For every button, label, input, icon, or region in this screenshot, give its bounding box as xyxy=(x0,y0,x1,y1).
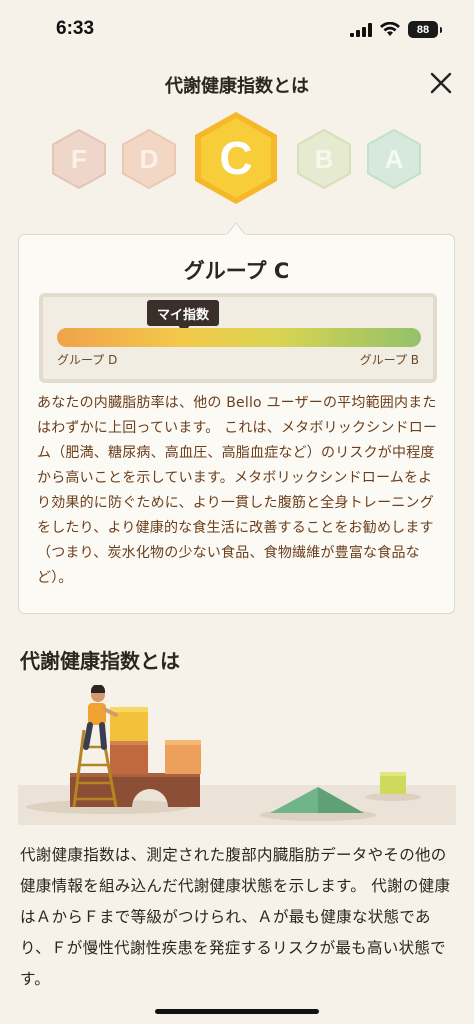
grade-hex-f[interactable]: F xyxy=(52,129,106,189)
index-meter: マイ指数 グループ D グループ B xyxy=(39,293,437,383)
status-bar: 6:33 88 xyxy=(0,0,474,60)
blocks-illustration xyxy=(18,685,456,825)
signal-icon xyxy=(350,22,372,37)
meter-gradient-bar xyxy=(57,328,421,347)
card-description: あなたの内臓脂肪率は、他の Bello ユーザーの平均範囲内またはわずかに上回っ… xyxy=(37,395,438,586)
status-time: 6:33 xyxy=(56,18,95,39)
grade-label: B xyxy=(314,143,334,174)
grade-label: A xyxy=(384,143,404,174)
grade-label: C xyxy=(219,132,253,184)
section-title: 代謝健康指数とは xyxy=(20,649,180,673)
grade-hex-a[interactable]: A xyxy=(367,129,421,189)
battery-icon: 88 xyxy=(408,21,442,38)
card-title: グループ C xyxy=(183,259,290,283)
meter-left-label: グループ D xyxy=(57,353,118,367)
wifi-icon xyxy=(380,22,400,36)
grade-hex-c-selected[interactable]: C xyxy=(193,110,279,206)
grade-detail-card: グループ C マイ指数 グループ D グループ B あなたの内臓脂肪率は、他の … xyxy=(18,234,455,614)
grade-hex-d[interactable]: D xyxy=(122,129,176,189)
status-icons: 88 xyxy=(350,21,442,38)
my-index-tag: マイ指数 xyxy=(147,300,220,334)
meter-right-label: グループ B xyxy=(359,353,419,367)
grade-label: F xyxy=(71,143,87,174)
card-pointer xyxy=(226,222,246,236)
close-icon[interactable] xyxy=(428,70,454,96)
page-title: 代謝健康指数とは xyxy=(165,76,309,97)
grade-label: D xyxy=(139,143,159,174)
grade-hex-b[interactable]: B xyxy=(297,129,351,189)
section-body: 代謝健康指数は、測定された腹部内臓脂肪データやその他の健康情報を組み込んだ代謝健… xyxy=(20,846,451,988)
home-indicator[interactable] xyxy=(155,1009,319,1014)
